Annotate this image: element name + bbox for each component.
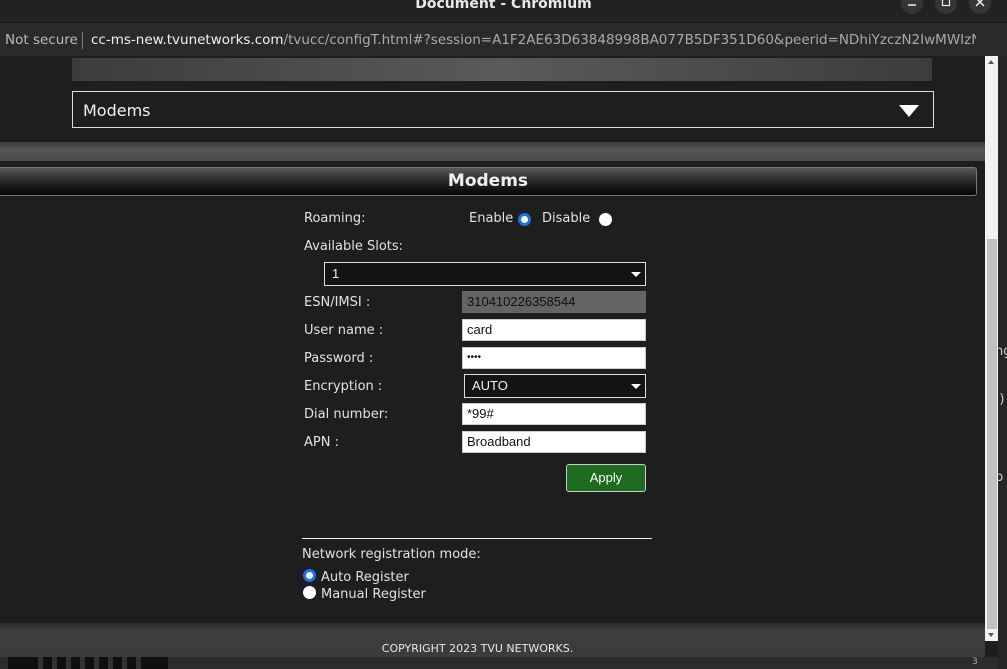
background-tick <box>38 657 43 669</box>
chevron-down-icon <box>631 272 641 277</box>
manual-register-radio[interactable] <box>303 586 316 599</box>
address-bar[interactable]: Not secure cc-ms-new.tvunetworks.com/tvu… <box>0 22 1007 56</box>
form-divider <box>302 538 652 539</box>
background-tick <box>136 657 141 669</box>
dial-number-field[interactable]: *99# <box>462 403 646 425</box>
registration-mode-label: Network registration mode: <box>302 547 481 562</box>
modem-form: Roaming: Enable Disable Available Slots:… <box>0 56 985 657</box>
chevron-down-icon <box>631 384 641 389</box>
encryption-select[interactable]: AUTO <box>464 374 646 398</box>
background-text-fragment: :) <box>998 392 1005 407</box>
auto-register-label: Auto Register <box>321 570 409 585</box>
background-window-edge: ng :) b <box>998 56 1007 669</box>
background-tick <box>122 657 127 669</box>
background-tick <box>80 657 85 669</box>
page-viewport: Modems Modems Roaming: Enable Disable Av… <box>0 56 985 657</box>
background-tick <box>94 657 99 669</box>
apn-field[interactable]: Broadband <box>462 431 646 453</box>
page-scrollbar[interactable] <box>985 56 998 641</box>
esn-imsi-label: ESN/IMSI : <box>304 295 371 310</box>
available-slots-label: Available Slots: <box>304 239 404 254</box>
roaming-disable-label: Disable <box>542 211 591 226</box>
minimize-icon <box>908 4 916 6</box>
background-window-bottom: 3 <box>0 657 998 669</box>
manual-register-label: Manual Register <box>321 587 426 602</box>
available-slots-select[interactable]: 1 <box>324 262 646 286</box>
apn-label: APN : <box>304 435 339 450</box>
encryption-label: Encryption : <box>304 379 383 394</box>
background-panel <box>8 657 168 669</box>
window-titlebar: Document - Chromium <box>0 0 1007 22</box>
roaming-disable-radio[interactable] <box>599 213 612 226</box>
address-separator <box>82 32 83 49</box>
page-footer: COPYRIGHT 2023 TVU NETWORKS. <box>0 623 985 657</box>
password-field[interactable]: •••• <box>462 347 646 369</box>
encryption-value: AUTO <box>472 378 508 393</box>
window-title: Document - Chromium <box>415 0 592 12</box>
roaming-enable-label: Enable <box>469 211 514 226</box>
available-slots-value: 1 <box>332 266 340 281</box>
url-path: /tvucc/configT.html#?session=A1F2AE63D63… <box>283 32 976 48</box>
background-text-fragment: 3 <box>972 657 978 667</box>
dial-number-label: Dial number: <box>304 407 389 422</box>
background-tick <box>52 657 57 669</box>
user-name-field[interactable]: card <box>462 319 646 341</box>
copyright-text: COPYRIGHT 2023 TVU NETWORKS. <box>381 642 574 655</box>
roaming-enable-radio[interactable] <box>518 213 531 226</box>
close-icon <box>975 0 985 7</box>
scroll-up-arrow-icon[interactable] <box>988 60 994 64</box>
user-name-label: User name : <box>304 323 384 338</box>
password-label: Password : <box>304 351 374 366</box>
scrollbar-thumb[interactable] <box>987 239 997 629</box>
maximize-icon <box>941 0 951 7</box>
security-indicator[interactable]: Not secure <box>5 32 78 48</box>
background-tick <box>108 657 113 669</box>
auto-register-radio[interactable] <box>303 569 316 582</box>
url-text[interactable]: cc-ms-new.tvunetworks.com/tvucc/configT.… <box>91 32 976 48</box>
background-text-fragment: b <box>998 470 1004 485</box>
scroll-down-arrow-icon[interactable] <box>988 633 994 637</box>
apply-button[interactable]: Apply <box>566 464 646 492</box>
background-tick <box>66 657 71 669</box>
esn-imsi-field: 310410226358544 <box>462 291 646 313</box>
roaming-label: Roaming: <box>304 211 366 226</box>
url-host: cc-ms-new.tvunetworks.com <box>91 32 284 48</box>
background-text-fragment: ng <box>998 344 1007 359</box>
